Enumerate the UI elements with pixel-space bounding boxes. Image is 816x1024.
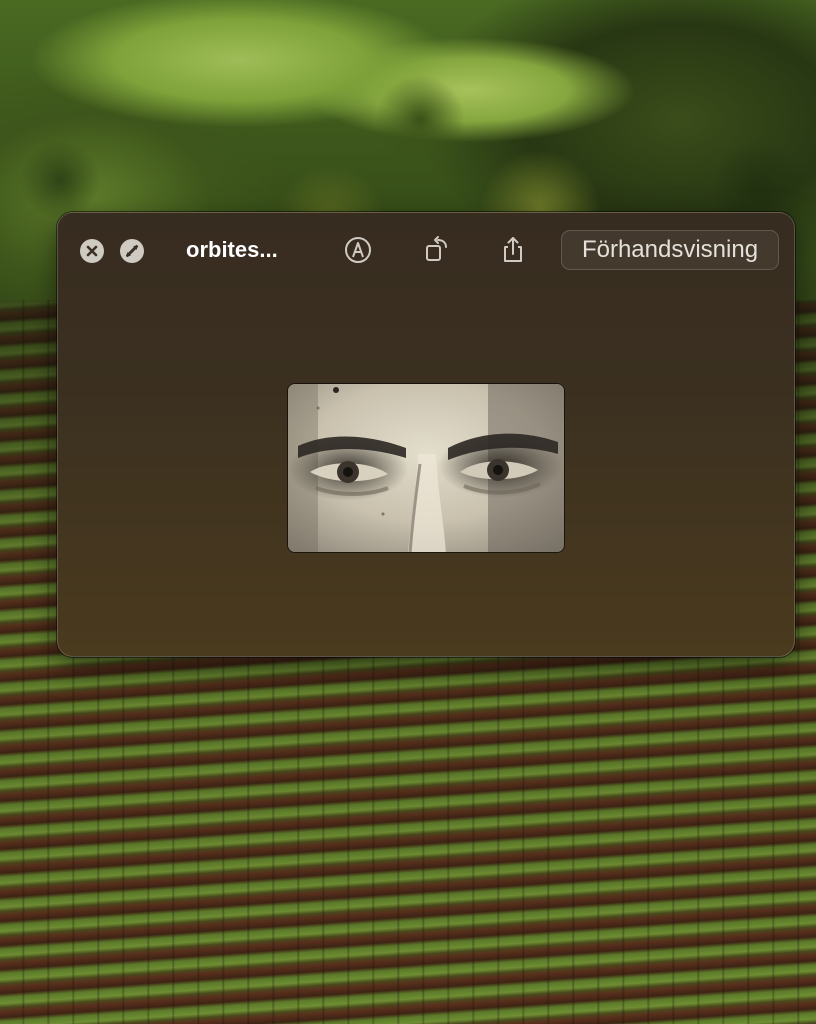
eyes-photo xyxy=(288,384,564,552)
preview-image xyxy=(287,383,565,553)
open-with-preview-button[interactable]: Förhandsvisning xyxy=(561,230,779,270)
share-icon xyxy=(504,237,522,262)
desktop: orbites... Förhandsvisning xyxy=(0,0,816,1024)
markup-pencil-icon xyxy=(345,237,371,263)
close-button[interactable] xyxy=(80,239,104,263)
markup-button[interactable] xyxy=(341,233,375,267)
rotate-button[interactable] xyxy=(420,233,454,267)
quick-look-window: orbites... Förhandsvisning xyxy=(57,212,795,657)
quick-look-toolbar: orbites... Förhandsvisning xyxy=(58,213,794,287)
file-title: orbites... xyxy=(186,237,278,262)
share-button[interactable] xyxy=(496,233,530,267)
close-icon xyxy=(86,245,98,257)
fullscreen-button[interactable] xyxy=(120,239,144,263)
rotate-icon xyxy=(426,236,447,261)
fullscreen-icon xyxy=(126,245,138,257)
